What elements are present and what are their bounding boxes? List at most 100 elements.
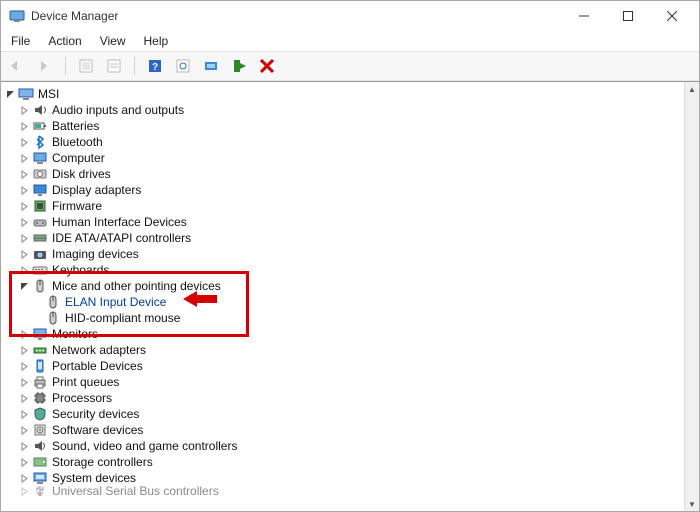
tree-item-label: Print queues [52,375,119,389]
tree-item-label: Computer [52,151,105,165]
menu-view[interactable]: View [94,32,132,50]
scan-button[interactable] [173,56,193,76]
expand-icon[interactable] [17,343,31,357]
expand-icon[interactable] [17,103,31,117]
tree-device[interactable]: ELAN Input Device [3,294,685,310]
expand-icon[interactable] [17,359,31,373]
device-tree[interactable]: MSIAudio inputs and outputsBatteriesBlue… [3,86,685,509]
expand-icon[interactable] [17,215,31,229]
content-pane: MSIAudio inputs and outputsBatteriesBlue… [1,81,699,511]
security-icon [32,406,48,422]
computer-icon [32,150,48,166]
update-driver-button[interactable] [201,56,221,76]
tree-category[interactable]: Portable Devices [3,358,685,374]
keyboard-icon [32,262,48,278]
tree-category[interactable]: Imaging devices [3,246,685,262]
expand-icon[interactable] [17,199,31,213]
expand-icon[interactable] [17,375,31,389]
toolbar: ? [1,51,699,81]
bluetooth-icon [32,134,48,150]
expand-icon[interactable] [17,407,31,421]
tree-item-label: Imaging devices [52,247,139,261]
expand-icon[interactable] [17,135,31,149]
ide-icon [32,230,48,246]
tree-item-label: Network adapters [52,343,146,357]
properties-button[interactable] [104,56,124,76]
tree-category[interactable]: Computer [3,150,685,166]
collapse-icon[interactable] [17,279,31,293]
tree-category[interactable]: System devices [3,470,685,486]
expand-icon[interactable] [17,183,31,197]
tree-item-label: Processors [52,391,112,405]
tree-category[interactable]: Keyboards [3,262,685,278]
help-button[interactable]: ? [145,56,165,76]
tree-device[interactable]: HID-compliant mouse [3,310,685,326]
vertical-scrollbar[interactable]: ▲ ▼ [684,82,699,511]
tree-item-label: Display adapters [52,183,141,197]
tree-category[interactable]: Firmware [3,198,685,214]
expand-icon[interactable] [17,119,31,133]
minimize-button[interactable] [571,6,597,26]
svg-text:?: ? [152,62,158,73]
tree-category[interactable]: Display adapters [3,182,685,198]
tree-category[interactable]: Storage controllers [3,454,685,470]
maximize-button[interactable] [615,6,641,26]
window-title: Device Manager [31,9,571,23]
menu-action[interactable]: Action [42,32,87,50]
display-icon [32,182,48,198]
tree-category[interactable]: Network adapters [3,342,685,358]
expand-icon[interactable] [17,391,31,405]
tree-item-label: Universal Serial Bus controllers [52,486,219,496]
toolbar-separator [134,57,135,75]
mouse-icon [32,278,48,294]
tree-category[interactable]: Software devices [3,422,685,438]
collapse-icon[interactable] [3,87,17,101]
forward-button[interactable] [35,56,55,76]
sound-icon [32,438,48,454]
expand-icon[interactable] [17,247,31,261]
uninstall-button[interactable] [229,56,249,76]
cpu-icon [32,390,48,406]
expand-icon[interactable] [17,167,31,181]
tree-item-label: Audio inputs and outputs [52,103,184,117]
expand-icon[interactable] [17,327,31,341]
tree-root[interactable]: MSI [3,86,685,102]
expand-icon[interactable] [17,151,31,165]
toolbar-separator [65,57,66,75]
tree-category[interactable]: Monitors [3,326,685,342]
menu-help[interactable]: Help [138,32,175,50]
tree-category[interactable]: Bluetooth [3,134,685,150]
expand-icon[interactable] [17,486,31,496]
tree-category[interactable]: Print queues [3,374,685,390]
back-button[interactable] [7,56,27,76]
tree-category[interactable]: Disk drives [3,166,685,182]
scroll-down-button[interactable]: ▼ [685,497,699,511]
tree-item-label: Mice and other pointing devices [52,279,221,293]
expand-icon[interactable] [17,423,31,437]
expand-icon[interactable] [17,263,31,277]
tree-item-label: Human Interface Devices [52,215,187,229]
disable-button[interactable] [257,56,277,76]
expand-icon[interactable] [17,455,31,469]
tree-category[interactable]: Mice and other pointing devices [3,278,685,294]
expand-icon[interactable] [17,231,31,245]
tree-category[interactable]: Human Interface Devices [3,214,685,230]
scroll-up-button[interactable]: ▲ [685,82,699,96]
tree-category[interactable]: Audio inputs and outputs [3,102,685,118]
portable-icon [32,358,48,374]
tree-category[interactable]: Universal Serial Bus controllers [3,486,685,496]
tree-category[interactable]: Batteries [3,118,685,134]
tree-category[interactable]: Sound, video and game controllers [3,438,685,454]
tree-category[interactable]: Security devices [3,406,685,422]
network-icon [32,342,48,358]
show-hidden-button[interactable] [76,56,96,76]
tree-category[interactable]: Processors [3,390,685,406]
tree-category[interactable]: IDE ATA/ATAPI controllers [3,230,685,246]
tree-item-label: Security devices [52,407,139,421]
close-button[interactable] [659,6,685,26]
expand-icon[interactable] [17,471,31,485]
monitor-icon [32,326,48,342]
expand-icon[interactable] [17,439,31,453]
software-icon [32,422,48,438]
menu-file[interactable]: File [5,32,36,50]
